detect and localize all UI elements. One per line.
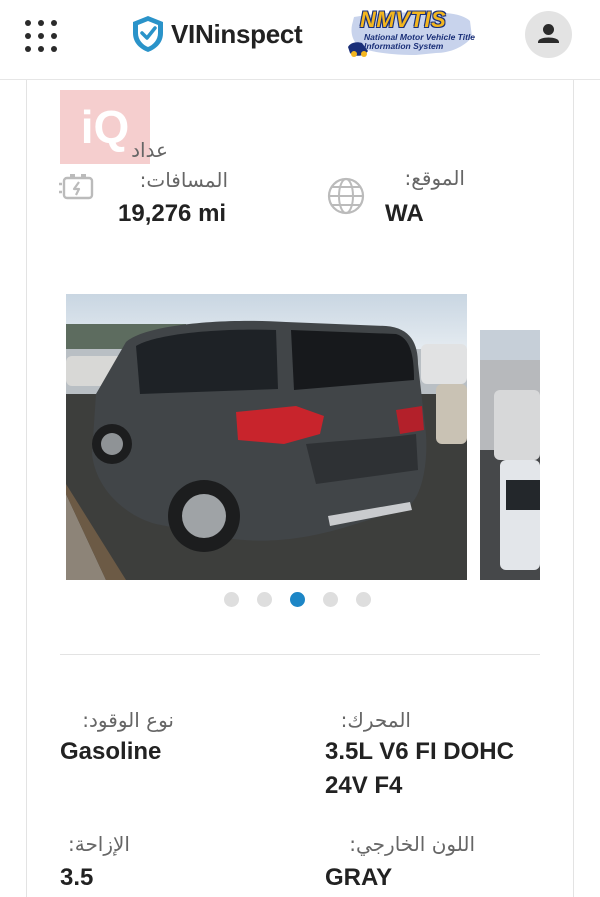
account-button[interactable] <box>525 11 572 58</box>
carousel-dot-2[interactable] <box>257 592 272 607</box>
shield-check-icon <box>133 16 163 52</box>
user-icon <box>538 24 559 43</box>
carousel-dot-3-active[interactable] <box>290 592 305 607</box>
nmvtis-logo[interactable]: NMVTIS National Motor Vehicle Title Info… <box>346 7 476 61</box>
grid-dots-icon[interactable] <box>25 20 59 54</box>
section-divider <box>60 654 540 655</box>
battery-gauge-icon <box>59 174 94 200</box>
location-value: WA <box>385 200 424 227</box>
odometer-label-line2: المسافات: <box>139 168 228 192</box>
engine-label: المحرك: <box>340 708 411 732</box>
fuel-label: نوع الوقود: <box>82 708 174 732</box>
nmvtis-title: NMVTIS <box>360 7 447 32</box>
displacement-label: الإزاحة: <box>67 832 130 856</box>
exterior-color-label: اللون الخارجي: <box>349 832 475 856</box>
brand-logo[interactable]: VINinspect <box>131 14 303 54</box>
carousel-dot-4[interactable] <box>323 592 338 607</box>
displacement-value: 3.5 <box>60 864 94 891</box>
location-label: الموقع: <box>404 166 466 190</box>
globe-icon <box>327 177 365 215</box>
odometer-label-line1: عداد <box>131 138 168 162</box>
nissan-pathfinder-rear-photo[interactable] <box>66 294 467 580</box>
carousel-dot-1[interactable] <box>224 592 239 607</box>
carousel-pagination <box>224 592 371 607</box>
nmvtis-subtitle: National Motor Vehicle Title Information… <box>364 32 475 51</box>
brand-name: VINinspect <box>171 18 303 49</box>
photo-carousel[interactable] <box>66 294 540 580</box>
exterior-color-value: GRAY <box>325 864 393 891</box>
top-header: VINinspect NMVTIS National Motor Vehicle… <box>0 0 600 80</box>
engine-value-line2: 24V F4 <box>325 772 403 799</box>
odometer-value: 19,276 mi <box>118 200 227 227</box>
engine-value-line1: 3.5L V6 FI DOHC <box>325 738 514 765</box>
next-vehicle-photo[interactable] <box>480 330 540 580</box>
carousel-dot-5[interactable] <box>356 592 371 607</box>
fuel-value: Gasoline <box>60 738 162 765</box>
